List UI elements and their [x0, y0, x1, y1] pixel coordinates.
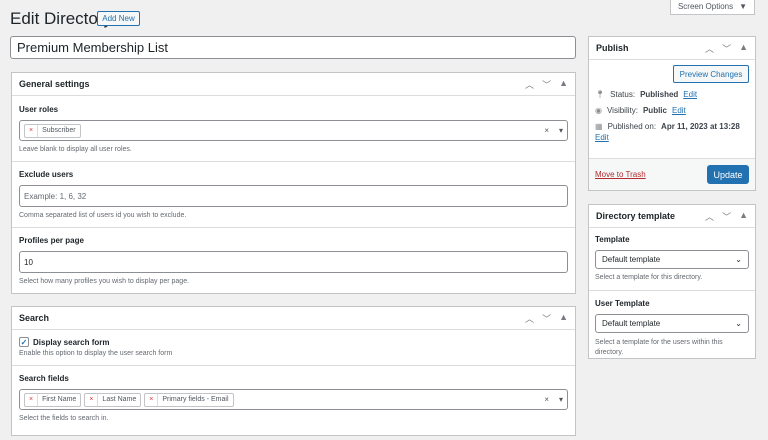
caret-down-icon[interactable]: ▾: [559, 395, 563, 404]
directory-template-box: Directory template ︿ ﹀ ▲ Template Default t…: [588, 204, 756, 359]
toggle-icon[interactable]: ▲: [739, 210, 748, 223]
template-select[interactable]: Default template ⌄: [595, 250, 749, 269]
title-input[interactable]: Premium Membership List: [10, 36, 576, 59]
calendar-icon: ▦: [595, 122, 603, 131]
chevron-down-icon: ⌄: [735, 319, 742, 328]
edit-status-link[interactable]: Edit: [683, 90, 697, 99]
status-value: Published: [640, 90, 679, 99]
move-down-icon[interactable]: ﹀: [722, 42, 731, 55]
toggle-icon[interactable]: ▲: [559, 312, 568, 325]
eye-icon: ◉: [595, 106, 602, 115]
display-search-checkbox[interactable]: ✓: [19, 337, 29, 347]
caret-down-icon: ▼: [739, 2, 748, 11]
pin-icon: 📍︎: [595, 90, 606, 99]
move-down-icon[interactable]: ﹀: [542, 78, 551, 91]
search-fields-select[interactable]: × First Name × Last Name × Primary fields -…: [19, 389, 568, 410]
caret-down-icon[interactable]: ▾: [559, 126, 563, 135]
user-template-label: User Template: [595, 299, 650, 308]
move-up-icon[interactable]: ︿: [705, 210, 714, 223]
tag: × Last Name: [84, 392, 142, 407]
help-text: Select a template for the users within t…: [595, 339, 723, 356]
help-text: Enable this option to display the user s…: [19, 350, 173, 357]
move-down-icon[interactable]: ﹀: [722, 210, 731, 223]
template-label: Template: [595, 235, 630, 244]
chevron-down-icon: ⌄: [735, 255, 742, 264]
toggle-icon[interactable]: ▲: [739, 42, 748, 55]
screen-options-label: Screen Options: [677, 2, 734, 11]
search-fields-label: Search fields: [19, 374, 69, 383]
help-text: Select the fields to search in.: [19, 415, 109, 422]
help-text: Select how many profiles you wish to dis…: [19, 278, 190, 285]
help-text: Comma separated list of users id you wis…: [19, 212, 187, 219]
move-up-icon[interactable]: ︿: [525, 312, 534, 325]
publish-box: Publish ︿ ﹀ ▲ Preview Changes 📍︎ Status: Publ…: [588, 36, 756, 191]
move-up-icon[interactable]: ︿: [705, 42, 714, 55]
toggle-icon[interactable]: ▲: [559, 78, 568, 91]
profiles-per-page-label: Profiles per page: [19, 236, 84, 245]
box-title: General settings: [19, 79, 90, 89]
box-title: Publish: [596, 43, 629, 53]
remove-icon[interactable]: ×: [85, 393, 99, 406]
edit-visibility-link[interactable]: Edit: [672, 106, 686, 115]
move-to-trash-link[interactable]: Move to Trash: [595, 170, 646, 179]
remove-icon[interactable]: ×: [25, 124, 39, 137]
add-new-button[interactable]: Add New: [97, 11, 140, 26]
help-text: Select a template for this directory.: [595, 274, 703, 281]
edit-date-link[interactable]: Edit: [595, 133, 609, 142]
clear-icon[interactable]: ×: [544, 126, 549, 135]
tag: × Subscriber: [24, 123, 81, 138]
clear-icon[interactable]: ×: [544, 395, 549, 404]
published-date: Apr 11, 2023 at 13:28: [661, 122, 740, 131]
remove-icon[interactable]: ×: [145, 393, 159, 406]
box-title: Search: [19, 313, 50, 323]
general-settings-box: General settings ︿ ﹀ ▲ User roles × Subscrib…: [11, 72, 576, 294]
tag: × Primary fields - Email: [144, 392, 234, 407]
box-title: Directory template: [596, 211, 676, 221]
help-text: Leave blank to display all user roles.: [19, 146, 132, 153]
user-template-select[interactable]: Default template ⌄: [595, 314, 749, 333]
screen-options-button[interactable]: Screen Options ▼: [670, 0, 755, 15]
display-search-label: Display search form: [33, 337, 110, 347]
tag: × First Name: [24, 392, 82, 407]
profiles-per-page-input[interactable]: 10: [19, 251, 568, 273]
preview-changes-button[interactable]: Preview Changes: [673, 65, 749, 83]
exclude-users-input[interactable]: Example: 1, 6, 32: [19, 185, 568, 207]
move-down-icon[interactable]: ﹀: [542, 312, 551, 325]
exclude-users-label: Exclude users: [19, 170, 74, 179]
update-button[interactable]: Update: [707, 165, 749, 184]
remove-icon[interactable]: ×: [25, 393, 39, 406]
user-roles-select[interactable]: × Subscriber × ▾: [19, 120, 568, 141]
move-up-icon[interactable]: ︿: [525, 78, 534, 91]
search-box: Search ︿ ﹀ ▲ ✓ Display search form Enable t…: [11, 306, 576, 436]
user-roles-label: User roles: [19, 105, 59, 114]
visibility-value: Public: [642, 106, 667, 115]
